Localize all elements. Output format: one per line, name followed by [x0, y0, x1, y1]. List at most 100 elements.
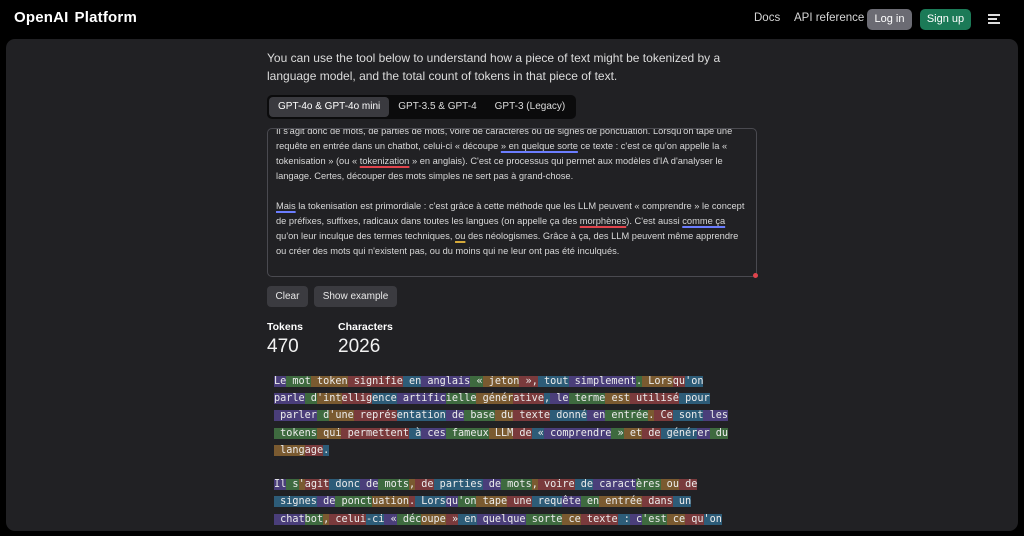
editor-text: Les tokens font donc l'interface entre l…: [276, 276, 707, 277]
token: 'est: [642, 513, 667, 525]
token: de: [482, 479, 502, 491]
token: -ci: [366, 513, 385, 525]
token: uation: [372, 496, 409, 508]
token: ères: [636, 479, 661, 491]
token: représ: [353, 410, 397, 422]
token: quelque: [476, 513, 526, 525]
spellcheck-underlined-text: Mais: [276, 201, 296, 211]
tokens-label: Tokens: [267, 321, 303, 333]
token: donné: [550, 410, 587, 422]
token: :: [617, 513, 630, 525]
token: du: [709, 427, 729, 439]
token: entation: [396, 410, 446, 422]
token: mots: [378, 479, 409, 491]
token: simplement: [568, 376, 636, 387]
token: token: [310, 376, 348, 387]
brand-product-text: Platform: [74, 9, 137, 26]
token: «: [470, 376, 483, 387]
token: permettent: [341, 427, 409, 439]
token: de: [359, 479, 379, 491]
spellcheck-underlined-text: morphènes: [579, 216, 627, 226]
token: le: [550, 393, 569, 405]
token: comprendre: [543, 427, 612, 439]
token: »: [611, 427, 624, 439]
token: parle: [274, 393, 305, 405]
sign-up-button[interactable]: Sign up: [920, 9, 971, 30]
token: de: [513, 427, 532, 439]
tokens-count: 470: [267, 336, 299, 357]
tab-gpt-4o[interactable]: GPT-4o & GPT-4o mini: [269, 97, 390, 117]
token: agit: [304, 479, 330, 491]
token: qu: [672, 376, 686, 387]
api-reference-link[interactable]: API reference: [794, 12, 864, 24]
token: de: [678, 479, 698, 491]
log-in-button[interactable]: Log in: [867, 9, 912, 30]
token: déc: [396, 513, 422, 525]
token: tout: [537, 376, 569, 387]
token-line: tokens qui permettent à ces fameux LLM d…: [274, 425, 754, 442]
token: génér: [476, 393, 514, 405]
editor-text: qu'on leur inculque des termes technique…: [276, 231, 456, 241]
token: LLM: [488, 427, 514, 439]
token: fameux: [445, 427, 489, 439]
token: Ce: [654, 410, 673, 422]
token: d: [304, 393, 317, 405]
clear-button[interactable]: Clear: [267, 286, 308, 307]
token: ative: [513, 393, 544, 405]
tab-gpt-3-legacy[interactable]: GPT-3 (Legacy): [486, 97, 575, 117]
token-line: chatbot, celui-ci « découpe » en quelque…: [274, 511, 754, 528]
show-example-button[interactable]: Show example: [314, 286, 397, 307]
token: er: [697, 427, 710, 439]
token: une: [507, 496, 532, 508]
token: ellig: [341, 393, 373, 405]
token: signes: [274, 496, 317, 508]
token: caract: [593, 479, 636, 491]
token: qu: [445, 496, 459, 508]
token-line: Le mot token signifie en anglais « jeton…: [274, 373, 754, 390]
token: 'on: [703, 513, 722, 525]
token: de: [316, 496, 336, 508]
token: artific: [396, 393, 446, 405]
tokenizer-panel: You can use the tool below to understand…: [6, 39, 1018, 531]
tab-gpt-3-5-gpt-4[interactable]: GPT-3.5 & GPT-4: [389, 97, 485, 117]
token: age: [304, 444, 324, 456]
token-line: [274, 459, 754, 476]
text-input-area[interactable]: Il s'agit donc de mots, de parties de mo…: [267, 128, 757, 277]
token: «: [531, 427, 544, 439]
token: ces: [421, 427, 446, 439]
token: Lors: [642, 376, 673, 387]
token: ence: [372, 393, 397, 405]
token: ponct: [335, 496, 373, 508]
token: ce: [666, 513, 686, 525]
token: à: [408, 427, 422, 439]
token: tape: [476, 496, 508, 508]
text-input-content: Il s'agit donc de mots, de parties de mo…: [276, 129, 750, 277]
token: qui: [316, 427, 342, 439]
token: chat: [274, 513, 305, 525]
resize-handle[interactable]: [753, 273, 758, 278]
token: entrée: [599, 496, 643, 508]
token: de: [445, 410, 465, 422]
token: requ: [531, 496, 563, 508]
token: terme: [568, 393, 606, 405]
token: sont: [672, 410, 704, 422]
openai-platform-logo[interactable]: OpenAI Platform: [14, 9, 143, 26]
token: mot: [286, 376, 311, 387]
token: génér: [660, 427, 698, 439]
token: 'on: [685, 376, 704, 387]
token: ce: [562, 513, 581, 525]
token: sorte: [525, 513, 563, 525]
token: d: [316, 410, 330, 422]
token: oupe: [421, 513, 446, 525]
token: anglais: [421, 376, 471, 387]
characters-label: Characters: [338, 321, 393, 333]
docs-link[interactable]: Docs: [754, 12, 780, 24]
token: et: [623, 427, 643, 439]
token: jeton: [482, 376, 520, 387]
token: mots: [501, 479, 532, 491]
token: »,: [519, 376, 538, 387]
token: voire: [537, 479, 575, 491]
token: 'une: [329, 410, 354, 422]
hamburger-menu-icon[interactable]: [988, 14, 1000, 24]
token: tokens: [274, 427, 317, 439]
